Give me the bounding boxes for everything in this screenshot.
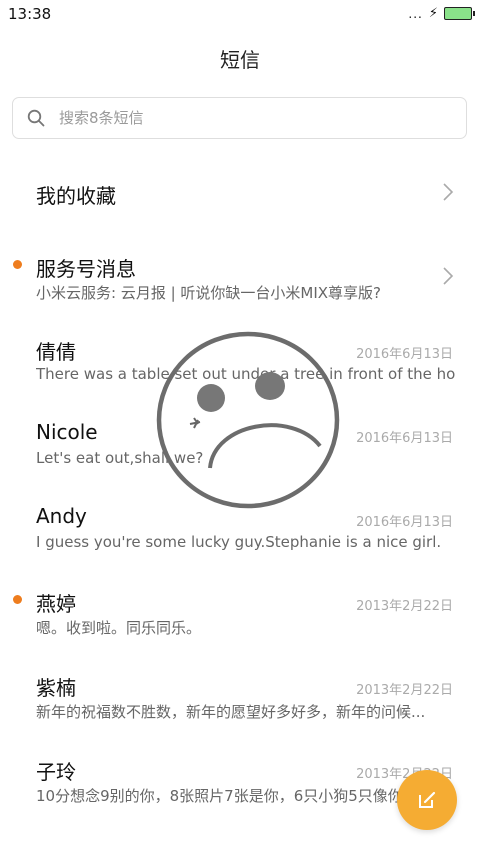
contact-name: Nicole bbox=[36, 420, 98, 444]
message-row[interactable]: Andy 2016年6月13日 I guess you're some luck… bbox=[0, 493, 480, 573]
message-date: 2016年6月13日 bbox=[356, 515, 453, 530]
message-preview: 嗯。收到啦。同乐同乐。 bbox=[36, 619, 202, 637]
contact-name: 紫楠 bbox=[36, 676, 76, 700]
message-preview: 新年的祝福数不胜数，新年的愿望好多好多，新年的问候... bbox=[36, 703, 426, 721]
status-indicators: ... ⚡ bbox=[408, 6, 475, 21]
message-date: 2013年2月22日 bbox=[356, 683, 453, 698]
unread-dot bbox=[13, 595, 22, 604]
favorites-row[interactable]: 我的收藏 bbox=[0, 160, 480, 224]
chevron-right-icon bbox=[443, 267, 454, 285]
contact-name: Andy bbox=[36, 504, 87, 528]
contact-name: 子玲 bbox=[36, 760, 76, 784]
signal-dots-icon: ... bbox=[408, 6, 423, 21]
service-preview: 小米云服务: 云月报 | 听说你缺一台小米MIX尊享版? bbox=[36, 284, 382, 302]
contact-name: 倩倩 bbox=[36, 340, 76, 364]
message-row[interactable]: 紫楠 2013年2月22日 新年的祝福数不胜数，新年的愿望好多好多，新年的问候.… bbox=[0, 661, 480, 741]
search-input[interactable] bbox=[57, 108, 421, 128]
status-time: 13:38 bbox=[8, 5, 52, 23]
message-preview: Let's eat out,shall we? bbox=[36, 449, 204, 467]
message-date: 2016年6月13日 bbox=[356, 431, 453, 446]
message-row[interactable]: 燕婷 2013年2月22日 嗯。收到啦。同乐同乐。 bbox=[0, 577, 480, 657]
message-date: 2013年2月22日 bbox=[356, 599, 453, 614]
message-row[interactable]: Nicole 2016年6月13日 Let's eat out,shall we… bbox=[0, 409, 480, 489]
message-row[interactable]: 倩倩 2016年6月13日 There was a table set out … bbox=[0, 325, 480, 405]
search-bar[interactable] bbox=[12, 97, 467, 139]
service-messages-row[interactable]: 服务号消息 小米云服务: 云月报 | 听说你缺一台小米MIX尊享版? bbox=[0, 240, 480, 310]
message-preview: 10分想念9别的你，8张照片7张是你，6只小狗5只像你... bbox=[36, 787, 418, 805]
message-preview: I guess you're some lucky guy.Stephanie … bbox=[36, 533, 442, 551]
unread-dot bbox=[13, 260, 22, 269]
charging-icon: ⚡ bbox=[428, 6, 438, 21]
message-preview: There was a table set out under a tree i… bbox=[36, 365, 456, 383]
page-title: 短信 bbox=[220, 48, 260, 72]
compose-icon bbox=[419, 791, 436, 808]
service-title: 服务号消息 bbox=[36, 257, 136, 281]
contact-name: 燕婷 bbox=[36, 592, 76, 616]
battery-icon bbox=[444, 7, 475, 20]
chevron-right-icon bbox=[443, 183, 454, 201]
favorites-label: 我的收藏 bbox=[36, 184, 116, 208]
compose-button[interactable] bbox=[397, 770, 457, 830]
search-icon bbox=[27, 109, 45, 127]
message-date: 2016年6月13日 bbox=[356, 347, 453, 362]
status-bar: 13:38 ... ⚡ bbox=[0, 0, 480, 30]
